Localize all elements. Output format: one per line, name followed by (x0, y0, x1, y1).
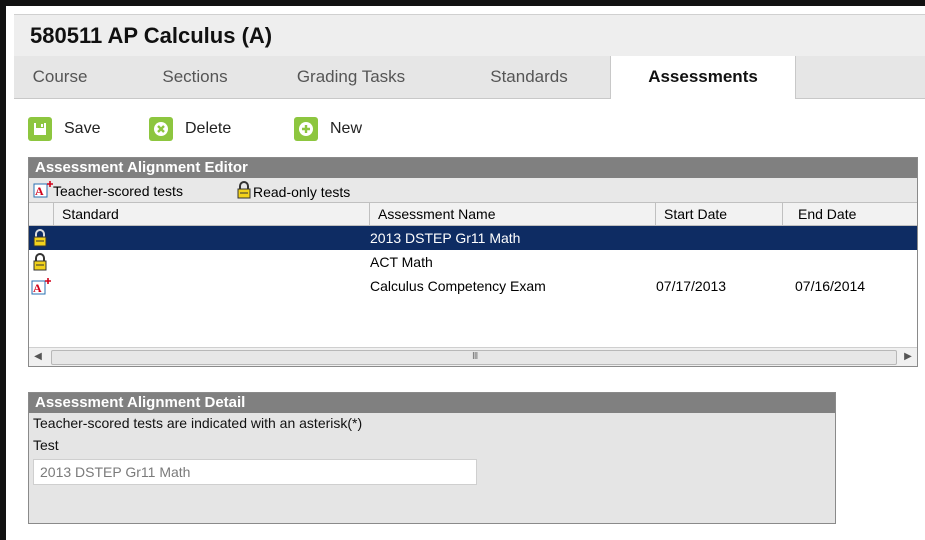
lock-icon (31, 226, 53, 250)
save-label: Save (64, 120, 101, 137)
test-field[interactable] (33, 459, 477, 485)
scroll-right-icon[interactable]: ▶ (899, 348, 917, 366)
toolbar: Save Delete New (14, 108, 614, 148)
tab-sections[interactable]: Sections (130, 56, 260, 98)
lock-icon (31, 250, 53, 274)
tab-course[interactable]: Course (14, 56, 106, 98)
table-row[interactable]: ACT Math (29, 250, 917, 274)
delete-icon (149, 117, 173, 141)
assessment-name-cell: ACT Math (370, 254, 433, 270)
detail-title: Assessment Alignment Detail (29, 393, 835, 413)
grip-icon: III (472, 351, 478, 362)
delete-button[interactable]: Delete (149, 113, 231, 145)
svg-text:A: A (35, 184, 44, 198)
legend-read-only-label: Read-only tests (253, 183, 351, 200)
col-standard-header[interactable]: Standard (54, 203, 370, 225)
col-end-date-header[interactable]: End Date (790, 203, 917, 225)
title-bar: 580511 AP Calculus (A) (14, 14, 925, 57)
app-frame: 580511 AP Calculus (A) Course Sections G… (0, 0, 925, 540)
window-border-top (0, 0, 925, 6)
start-date-cell: 07/17/2013 (656, 278, 727, 294)
assessment-name-cell: 2013 DSTEP Gr11 Math (370, 230, 521, 246)
page-title: 580511 AP Calculus (A) (30, 23, 273, 48)
table-row[interactable]: A Calculus Competency Exam 07/17/2013 07… (29, 274, 917, 298)
teacher-scored-icon: A (33, 181, 53, 201)
table-header: Standard Assessment Name Start Date End … (29, 203, 917, 226)
detail-note: Teacher-scored tests are indicated with … (33, 415, 363, 431)
add-icon (294, 117, 318, 141)
legend-teacher-scored: A Teacher-scored tests (33, 181, 183, 201)
save-icon (28, 117, 52, 141)
window-border-left (0, 0, 6, 540)
editor-title: Assessment Alignment Editor (29, 158, 917, 178)
scroll-left-icon[interactable]: ◀ (29, 348, 47, 366)
tab-assessments[interactable]: Assessments (610, 56, 796, 99)
col-icon-header (29, 203, 54, 225)
assessment-alignment-editor: Assessment Alignment Editor A Teacher-sc… (28, 157, 918, 367)
tab-grading-tasks[interactable]: Grading Tasks (276, 56, 426, 98)
col-assessment-name-header[interactable]: Assessment Name (370, 203, 656, 225)
lock-icon (235, 181, 253, 202)
legend-read-only: Read-only tests (235, 181, 350, 202)
save-button[interactable]: Save (28, 113, 100, 145)
new-label: New (330, 120, 363, 137)
assessment-name-cell: Calculus Competency Exam (370, 278, 546, 294)
delete-label: Delete (185, 120, 232, 137)
tab-bar: Course Sections Grading Tasks Standards … (14, 56, 925, 99)
horizontal-scrollbar[interactable]: ◀ III ▶ (29, 347, 917, 366)
tab-standards[interactable]: Standards (459, 56, 599, 98)
col-start-date-header[interactable]: Start Date (656, 203, 783, 225)
teacher-scored-icon: A (31, 274, 53, 298)
editor-legend: A Teacher-scored tests Read-only tests (29, 178, 917, 203)
table-row[interactable]: 2013 DSTEP Gr11 Math (29, 226, 917, 250)
test-label: Test (33, 437, 59, 453)
svg-text:A: A (33, 281, 42, 295)
new-button[interactable]: New (294, 113, 362, 145)
end-date-cell: 07/16/2014 (795, 278, 866, 294)
assessment-alignment-detail: Assessment Alignment Detail Teacher-scor… (28, 392, 836, 524)
legend-teacher-scored-label: Teacher-scored tests (53, 183, 183, 199)
scrollbar-thumb[interactable]: III (51, 350, 897, 365)
